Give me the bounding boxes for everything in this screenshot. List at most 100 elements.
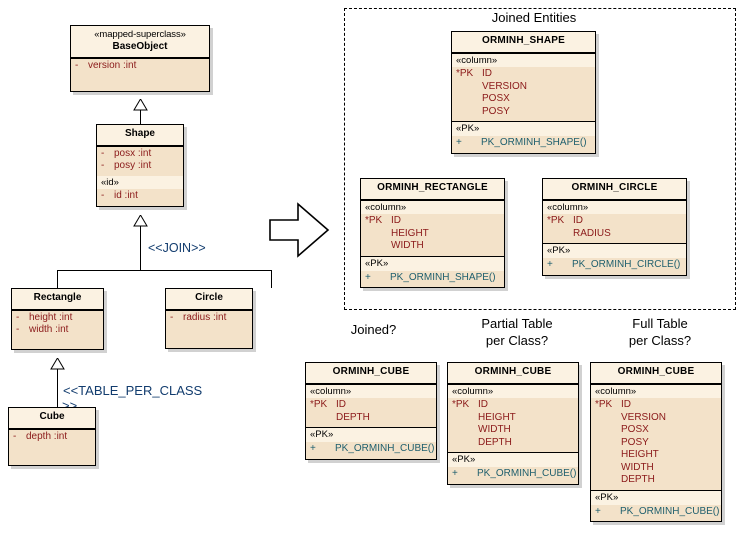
table-orminh-cube-partial-columns: «column» *PK ID HEIGHT WIDTH DEPTH [448, 383, 578, 453]
class-shape-id-band: «id» [97, 175, 183, 190]
table-orminh-cube-full-name: ORMINH_CUBE [617, 366, 695, 377]
class-circle[interactable]: Circle - radius :int [165, 288, 253, 349]
column-name: HEIGHT [391, 227, 429, 239]
table-orminh-shape-header: ORMINH_SHAPE [452, 32, 595, 53]
variant-title-full-line2: per Class? [628, 333, 692, 348]
edge-label-table-per-class-line1: <<TABLE_PER_CLASS [63, 383, 203, 398]
column-row: *PK ID [448, 399, 578, 412]
attribute-text: radius :int [183, 311, 227, 323]
variant-title-full-line1: Full Table [632, 316, 688, 331]
column-key: *PK [456, 68, 474, 80]
column-row: POSY [452, 106, 595, 119]
attribute-visibility: - [101, 160, 105, 171]
class-rectangle[interactable]: Rectangle - height :int - width :int [11, 288, 104, 350]
operation-name: PK_ORMINH_CIRCLE() [572, 259, 681, 271]
table-orminh-rectangle[interactable]: ORMINH_RECTANGLE «column» *PK ID HEIGHT … [360, 178, 505, 289]
generalization-arrow-baseobject [133, 99, 148, 111]
operation-visibility: + [452, 468, 458, 480]
column-band: «column» [452, 53, 595, 68]
generalization-line-shape-baseobject [140, 110, 141, 124]
table-orminh-cube-full-pk: «PK» + PK_ORMINH_CUBE() [591, 489, 721, 521]
table-orminh-cube-partial-header: ORMINH_CUBE [448, 363, 578, 384]
table-orminh-shape-columns: «column» *PK ID VERSION POSX POSY [452, 52, 595, 122]
column-row: HEIGHT [591, 449, 721, 462]
column-name: DEPTH [336, 411, 370, 423]
column-row: *PK ID [306, 399, 436, 412]
class-shape-attributes: - posx :int - posy :int «id» - id :int [97, 145, 183, 206]
attribute-row: - radius :int [166, 312, 252, 325]
class-base-object[interactable]: «mapped-superclass» BaseObject - version… [70, 25, 210, 92]
table-orminh-shape-pk: «PK» + PK_ORMINH_SHAPE() [452, 121, 595, 152]
table-orminh-rectangle-pk: «PK» + PK_ORMINH_SHAPE() [361, 255, 504, 287]
column-row: WIDTH [361, 240, 504, 253]
column-name: VERSION [482, 80, 528, 92]
class-cube[interactable]: Cube - depth :int [8, 407, 96, 466]
column-row: *PK ID [543, 215, 686, 228]
column-key: *PK [310, 399, 328, 411]
table-orminh-cube-joined-pk: «PK» + PK_ORMINH_CUBE() [306, 427, 436, 458]
column-row: *PK ID [361, 215, 504, 228]
operation-visibility: + [310, 443, 316, 455]
column-name: ID [573, 215, 583, 227]
table-orminh-rectangle-header: ORMINH_RECTANGLE [361, 179, 504, 200]
table-orminh-circle-header: ORMINH_CIRCLE [543, 179, 686, 200]
column-key: *PK [365, 215, 383, 227]
edge-label-join: <<JOIN>> [148, 241, 206, 255]
pk-band: «PK» [448, 453, 578, 468]
table-orminh-shape-name: ORMINH_SHAPE [482, 35, 565, 46]
table-orminh-circle-name: ORMINH_CIRCLE [571, 182, 658, 193]
column-row: *PK ID [591, 399, 721, 412]
class-shape[interactable]: Shape - posx :int - posy :int «id» - id … [96, 124, 184, 207]
column-name: DEPTH [621, 474, 655, 486]
transform-arrow-icon [268, 200, 332, 265]
operation-row: + PK_ORMINH_CUBE() [448, 468, 578, 481]
attribute-visibility: - [101, 147, 105, 159]
column-row: WIDTH [591, 462, 721, 475]
column-name: POSY [621, 436, 649, 448]
generalization-branch-circle [271, 270, 272, 288]
attribute-text: width :int [29, 324, 69, 335]
column-name: HEIGHT [478, 411, 516, 423]
attribute-text: id :int [114, 190, 138, 202]
class-shape-name: Shape [124, 128, 155, 139]
class-rectangle-attributes: - height :int - width :int [12, 309, 103, 349]
table-orminh-cube-full[interactable]: ORMINH_CUBE «column» *PK ID VERSION POSX… [590, 362, 722, 523]
column-band: «column» [448, 384, 578, 399]
table-orminh-cube-full-header: ORMINH_CUBE [591, 363, 721, 384]
table-orminh-cube-partial-name: ORMINH_CUBE [474, 366, 552, 377]
diagram-canvas: «mapped-superclass» BaseObject - version… [0, 0, 742, 553]
column-name: DEPTH [478, 436, 512, 448]
table-orminh-shape[interactable]: ORMINH_SHAPE «column» *PK ID VERSION POS… [451, 31, 596, 154]
generalization-bar-shape [57, 270, 272, 271]
table-orminh-cube-joined-header: ORMINH_CUBE [306, 363, 436, 384]
generalization-arrow-shape [133, 215, 148, 227]
variant-title-partial-line1: Partial Table [481, 316, 553, 331]
generalization-stem-shape [140, 226, 141, 270]
operation-visibility: + [547, 259, 553, 271]
table-orminh-circle-pk: «PK» + PK_ORMINH_CIRCLE() [543, 243, 686, 274]
attribute-text: version :int [88, 60, 137, 72]
column-name: WIDTH [621, 461, 654, 473]
class-base-object-attributes: - version :int [71, 58, 209, 91]
attribute-row: - depth :int [9, 431, 95, 444]
attribute-row: - posx :int [97, 148, 183, 161]
class-circle-attributes: - radius :int [166, 309, 252, 349]
table-orminh-rectangle-columns: «column» *PK ID HEIGHT WIDTH [361, 199, 504, 256]
table-orminh-rectangle-name: ORMINH_RECTANGLE [377, 182, 488, 193]
class-base-object-name: BaseObject [112, 40, 168, 52]
table-orminh-cube-joined[interactable]: ORMINH_CUBE «column» *PK ID DEPTH «PK» +… [305, 362, 437, 460]
attribute-visibility: - [16, 311, 20, 323]
table-orminh-circle[interactable]: ORMINH_CIRCLE «column» *PK ID RADIUS «PK… [542, 178, 687, 276]
column-key: *PK [452, 399, 470, 411]
class-cube-name: Cube [39, 411, 65, 422]
operation-name: PK_ORMINH_CUBE() [335, 443, 435, 455]
column-band: «column» [361, 200, 504, 215]
class-cube-header: Cube [9, 408, 95, 429]
class-rectangle-name: Rectangle [33, 292, 82, 303]
table-orminh-cube-partial[interactable]: ORMINH_CUBE «column» *PK ID HEIGHT WIDTH… [447, 362, 579, 485]
variant-title-joined: Joined? [350, 322, 397, 337]
generalization-arrow-rectangle [50, 358, 65, 370]
column-row: DEPTH [306, 412, 436, 425]
attribute-text: depth :int [26, 430, 68, 442]
operation-row: + PK_ORMINH_CUBE() [306, 443, 436, 456]
